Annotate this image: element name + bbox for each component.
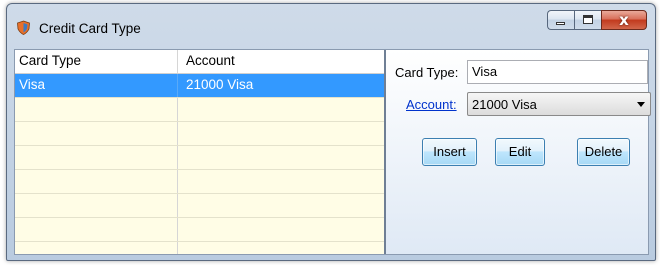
empty-row (15, 170, 384, 194)
maximize-icon (583, 15, 593, 24)
minimize-icon (556, 22, 565, 25)
minimize-button[interactable] (547, 10, 574, 30)
empty-row (15, 194, 384, 218)
empty-row (15, 242, 384, 254)
column-header-account[interactable]: Account (178, 50, 384, 73)
client-area: Card Type Account Visa 21000 Visa Card T… (14, 49, 651, 255)
title-bar[interactable]: Credit Card Type x (7, 4, 655, 44)
empty-row (15, 146, 384, 170)
column-header-card-type[interactable]: Card Type (15, 50, 178, 73)
chevron-down-icon[interactable] (637, 102, 645, 107)
empty-row (15, 218, 384, 242)
insert-button[interactable]: Insert (422, 138, 477, 166)
account-selected-value: 21000 Visa (472, 97, 537, 112)
close-button[interactable]: x (601, 10, 647, 30)
grid-header: Card Type Account (15, 50, 384, 74)
window-title: Credit Card Type (39, 21, 141, 36)
delete-button[interactable]: Delete (577, 138, 630, 166)
account-link[interactable]: Account: (406, 97, 457, 112)
detail-panel: Card Type: Visa Account: 21000 Visa Inse… (386, 50, 651, 254)
empty-row (15, 122, 384, 146)
card-type-grid[interactable]: Card Type Account Visa 21000 Visa (15, 50, 386, 254)
cell-card-type[interactable]: Visa (15, 74, 178, 97)
card-type-input[interactable]: Visa (467, 60, 648, 84)
card-type-label: Card Type: (395, 65, 459, 80)
edit-button[interactable]: Edit (495, 138, 545, 166)
cell-account[interactable]: 21000 Visa (178, 74, 384, 97)
credit-card-type-window: Credit Card Type x Card Type Account Vis… (6, 3, 656, 261)
maximize-button[interactable] (574, 10, 601, 30)
account-dropdown[interactable]: 21000 Visa (467, 92, 651, 116)
empty-row (15, 98, 384, 122)
close-icon: x (619, 11, 629, 29)
table-row[interactable]: Visa 21000 Visa (15, 74, 384, 98)
caption-buttons: x (547, 10, 647, 32)
shield-icon (17, 20, 30, 35)
